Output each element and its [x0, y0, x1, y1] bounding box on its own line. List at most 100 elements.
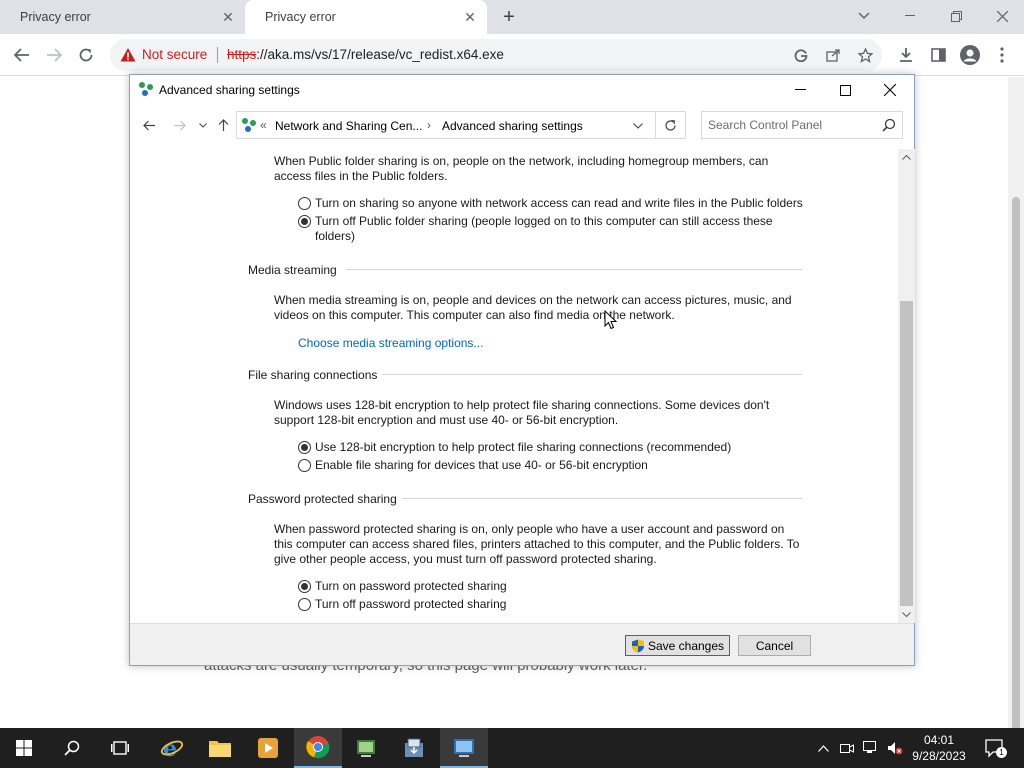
radio-label[interactable]: Use 128-bit encryption to help protect f…: [315, 440, 731, 455]
password-sharing-description: When password protected sharing is on, o…: [274, 522, 800, 566]
download-icon[interactable]: [894, 43, 918, 67]
radio-label[interactable]: Turn on sharing so anyone with network a…: [315, 196, 803, 211]
advanced-sharing-settings-window: Advanced sharing settings « Network and …: [129, 74, 915, 666]
cancel-button[interactable]: Cancel: [738, 635, 811, 656]
minimize-icon[interactable]: [778, 77, 822, 103]
refresh-icon[interactable]: [656, 111, 686, 139]
public-sharing-on-option[interactable]: Turn on sharing so anyone with network a…: [298, 196, 818, 211]
radio-button[interactable]: [298, 598, 311, 611]
settings-scrollbar[interactable]: [898, 149, 915, 623]
encryption-128-option[interactable]: Use 128-bit encryption to help protect f…: [298, 440, 818, 455]
uac-shield-icon: [631, 639, 644, 652]
network-status-icon[interactable]: [862, 739, 880, 757]
app-window-icon[interactable]: [342, 728, 390, 768]
browser-tab[interactable]: Privacy error ✕: [0, 0, 245, 34]
close-window-icon[interactable]: [988, 4, 1016, 28]
breadcrumb-overflow[interactable]: «: [260, 118, 267, 132]
section-divider: [346, 269, 802, 270]
share-icon[interactable]: [824, 46, 842, 64]
bookmark-star-icon[interactable]: [856, 46, 874, 64]
volume-muted-icon[interactable]: [886, 739, 904, 757]
tab-title: Privacy error: [265, 10, 336, 24]
tab-title: Privacy error: [20, 10, 91, 24]
address-bar[interactable]: Not secure https://aka.ms/vs/17/release/…: [110, 39, 882, 71]
radio-label[interactable]: Turn on password protected sharing: [315, 579, 507, 594]
password-sharing-on-option[interactable]: Turn on password protected sharing: [298, 579, 818, 594]
warning-icon[interactable]: [120, 47, 136, 63]
tab-close-icon[interactable]: ✕: [219, 8, 237, 26]
not-secure-label[interactable]: Not secure: [142, 47, 207, 62]
tab-strip: Privacy error ✕ Privacy error ✕ +: [0, 0, 1024, 34]
url-text[interactable]: https://aka.ms/vs/17/release/vc_redist.x…: [227, 47, 504, 62]
network-icon: [242, 118, 256, 132]
browser-tab-active[interactable]: Privacy error ✕: [245, 0, 487, 34]
google-lens-icon[interactable]: [792, 46, 810, 64]
close-icon[interactable]: [868, 77, 912, 103]
password-sharing-off-option[interactable]: Turn off password protected sharing: [298, 597, 818, 612]
scrollbar-thumb[interactable]: [900, 301, 913, 606]
breadcrumb-item-network-sharing-center[interactable]: Network and Sharing Cen...: [275, 119, 422, 133]
forward-arrow-icon[interactable]: [169, 115, 189, 135]
back-icon[interactable]: [10, 43, 34, 67]
menu-kebab-icon[interactable]: [990, 43, 1014, 67]
internet-explorer-icon[interactable]: e: [148, 728, 196, 768]
window-titlebar[interactable]: Advanced sharing settings: [130, 75, 914, 105]
page-scrollbar[interactable]: [1008, 77, 1024, 768]
search-icon[interactable]: [882, 118, 896, 132]
radio-button[interactable]: [298, 197, 311, 210]
scroll-up-icon[interactable]: [898, 149, 915, 166]
media-player-icon[interactable]: [244, 728, 292, 768]
start-button-icon[interactable]: [0, 728, 48, 768]
search-icon[interactable]: [48, 728, 96, 768]
meet-now-icon[interactable]: [838, 739, 856, 757]
radio-button-selected[interactable]: [298, 215, 311, 228]
clock-date: 9/28/2023: [912, 749, 966, 763]
radio-button[interactable]: [298, 459, 311, 472]
back-arrow-icon[interactable]: [139, 115, 159, 135]
chrome-icon[interactable]: [294, 728, 342, 768]
control-panel-icon[interactable]: [440, 728, 488, 768]
choose-media-streaming-options-link[interactable]: Choose media streaming options...: [298, 336, 483, 350]
side-panel-icon[interactable]: [926, 43, 950, 67]
public-sharing-off-option[interactable]: Turn off Public folder sharing (people l…: [298, 214, 798, 244]
installer-icon[interactable]: [390, 728, 438, 768]
show-hidden-icons-icon[interactable]: [814, 739, 832, 757]
notification-center-icon[interactable]: 1: [984, 738, 1007, 758]
settings-content: When Public folder sharing is on, people…: [130, 149, 914, 623]
chevron-down-icon[interactable]: [633, 123, 643, 129]
new-tab-button[interactable]: +: [498, 6, 520, 28]
encryption-40-56-option[interactable]: Enable file sharing for devices that use…: [298, 458, 818, 473]
file-sharing-description: Windows uses 128-bit encryption to help …: [274, 398, 770, 427]
search-input[interactable]: [708, 116, 873, 134]
dialog-footer: Save changes Cancel: [130, 623, 914, 665]
window-title: Advanced sharing settings: [159, 83, 300, 97]
recent-locations-icon[interactable]: [193, 115, 213, 135]
task-view-icon[interactable]: [96, 728, 144, 768]
reload-icon[interactable]: [74, 43, 98, 67]
save-changes-button[interactable]: Save changes: [625, 635, 730, 656]
mouse-cursor-icon: [604, 310, 618, 330]
profile-avatar-icon[interactable]: [958, 43, 982, 67]
tab-close-icon[interactable]: ✕: [461, 8, 479, 26]
up-arrow-icon[interactable]: [213, 115, 233, 135]
breadcrumb[interactable]: « Network and Sharing Cen... › Advanced …: [236, 111, 656, 139]
system-clock[interactable]: 04:01 9/28/2023: [906, 732, 972, 764]
radio-label[interactable]: Turn off password protected sharing: [315, 597, 506, 612]
scroll-down-icon[interactable]: [898, 606, 915, 623]
radio-button-selected[interactable]: [298, 580, 311, 593]
search-control-panel-box[interactable]: [701, 111, 903, 139]
breadcrumb-separator[interactable]: ›: [427, 118, 431, 132]
tab-search-icon[interactable]: [850, 4, 878, 28]
radio-label[interactable]: Enable file sharing for devices that use…: [315, 458, 648, 473]
minimize-window-icon[interactable]: [896, 4, 924, 28]
restore-window-icon[interactable]: [942, 4, 970, 28]
breadcrumb-item-advanced-sharing[interactable]: Advanced sharing settings: [442, 119, 583, 133]
clock-time: 04:01: [923, 733, 955, 747]
forward-icon[interactable]: [42, 43, 66, 67]
file-explorer-icon[interactable]: [196, 728, 244, 768]
radio-button-selected[interactable]: [298, 441, 311, 454]
maximize-icon[interactable]: [823, 77, 867, 103]
radio-label[interactable]: Turn off Public folder sharing (people l…: [315, 214, 798, 244]
scrollbar-thumb[interactable]: [1012, 197, 1020, 768]
section-divider: [382, 374, 802, 375]
